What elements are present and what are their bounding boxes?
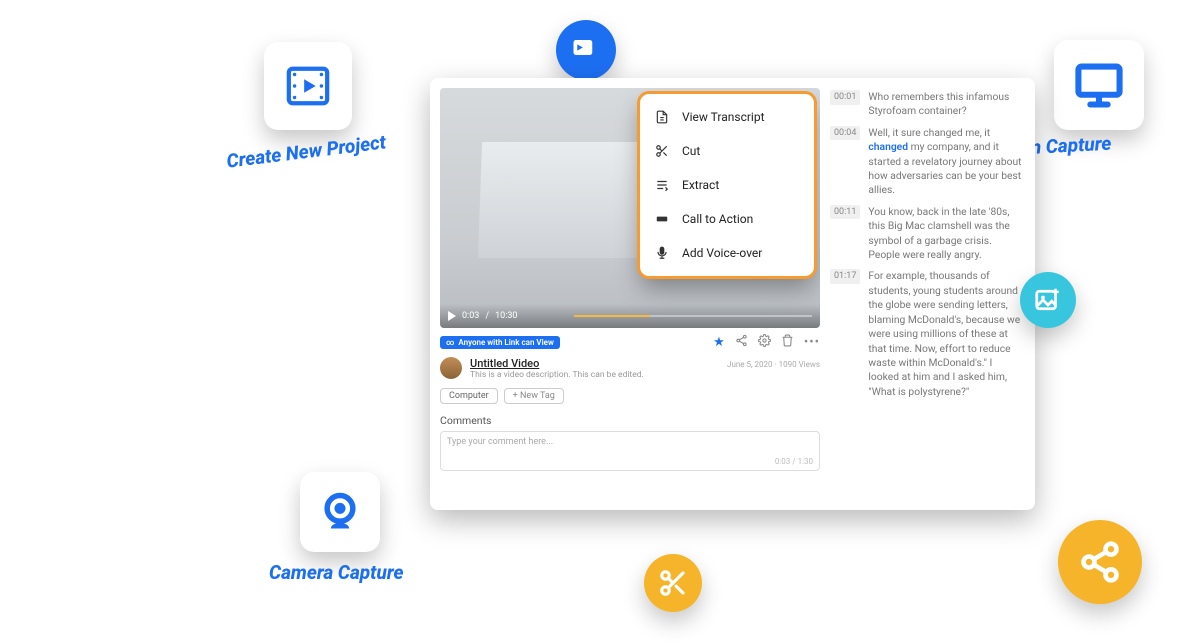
transcript-text: You know, back in the late '80s, this Bi… xyxy=(868,205,1023,263)
transcript-text: Who remembers this infamous Styrofoam co… xyxy=(868,90,1023,119)
transcript-row[interactable]: 00:04 Well, it sure changed me, it chang… xyxy=(830,126,1023,198)
create-project-tile[interactable] xyxy=(264,42,352,130)
tag-computer[interactable]: Computer xyxy=(440,388,498,404)
video-star-icon xyxy=(571,35,601,65)
camera-capture-tile[interactable] xyxy=(300,472,380,552)
transcript-time: 00:11 xyxy=(830,205,860,220)
transcript-time: 00:01 xyxy=(830,90,860,105)
menu-extract[interactable]: Extract xyxy=(640,168,814,202)
video-description[interactable]: This is a video description. This can be… xyxy=(470,370,820,380)
cta-icon xyxy=(654,211,670,227)
video-player[interactable]: 0:03 / 10:30 View Transcript Cut Extract xyxy=(440,88,820,328)
document-icon xyxy=(654,109,670,125)
share-visibility-pill[interactable]: ∞ Anyone with Link can View xyxy=(440,336,560,349)
transcript-text: For example, thousands of students, youn… xyxy=(868,269,1023,399)
transcript-row[interactable]: 00:11 You know, back in the late '80s, t… xyxy=(830,205,1023,263)
star-icon[interactable]: ★ xyxy=(713,335,725,350)
transcript-time: 01:17 xyxy=(830,269,860,284)
microphone-icon xyxy=(654,245,670,261)
cut-icon xyxy=(654,143,670,159)
video-star-circle[interactable] xyxy=(556,20,616,80)
transcript-text: Well, it sure changed me, it changed my … xyxy=(868,126,1023,198)
time-current: 0:03 xyxy=(462,311,479,321)
menu-cta[interactable]: Call to Action xyxy=(640,202,814,236)
webcam-icon xyxy=(318,490,362,534)
image-plus-icon xyxy=(1033,285,1063,315)
camera-capture-label: Camera Capture xyxy=(269,561,404,584)
menu-voiceover[interactable]: Add Voice-over xyxy=(640,236,814,270)
progress-bar[interactable] xyxy=(574,315,813,317)
transcript-time: 00:04 xyxy=(830,126,860,141)
transcript-row[interactable]: 00:01 Who remembers this infamous Styrof… xyxy=(830,90,1023,119)
menu-cut[interactable]: Cut xyxy=(640,134,814,168)
transcript-row[interactable]: 01:17 For example, thousands of students… xyxy=(830,269,1023,399)
add-image-circle[interactable] xyxy=(1020,272,1076,328)
extract-icon xyxy=(654,177,670,193)
share-small-icon[interactable] xyxy=(735,334,748,351)
trash-icon[interactable] xyxy=(781,334,794,351)
context-menu: View Transcript Cut Extract Call to Acti… xyxy=(640,94,814,276)
video-card: 0:03 / 10:30 View Transcript Cut Extract xyxy=(430,78,1035,510)
comments-heading: Comments xyxy=(440,414,820,427)
video-controls: 0:03 / 10:30 xyxy=(440,304,820,328)
infinity-icon: ∞ xyxy=(446,338,454,347)
avatar[interactable] xyxy=(440,357,462,379)
settings-icon[interactable] xyxy=(758,334,771,351)
share-icon xyxy=(1078,540,1122,584)
create-project-label: Create New Project xyxy=(225,130,387,172)
play-icon[interactable] xyxy=(448,311,456,321)
comment-input[interactable]: Type your comment here... 0:03 / 1:30 xyxy=(440,431,820,471)
video-title[interactable]: Untitled Video xyxy=(470,357,539,370)
add-tag-button[interactable]: + New Tag xyxy=(504,388,564,404)
menu-view-transcript[interactable]: View Transcript xyxy=(640,100,814,134)
scissors-circle[interactable] xyxy=(644,554,702,612)
share-circle[interactable] xyxy=(1058,520,1142,604)
video-meta: June 5, 2020 · 1090 Views xyxy=(727,360,820,369)
transcript-panel: 00:01 Who remembers this infamous Styrof… xyxy=(830,88,1023,502)
screen-capture-tile[interactable] xyxy=(1054,40,1144,130)
video-project-icon xyxy=(285,63,331,109)
comment-timestamp: 0:03 / 1:30 xyxy=(775,457,813,466)
monitor-icon xyxy=(1073,59,1125,111)
scissors-icon xyxy=(658,568,688,598)
more-icon[interactable]: ••• xyxy=(804,335,820,350)
time-total: 10:30 xyxy=(495,311,517,321)
